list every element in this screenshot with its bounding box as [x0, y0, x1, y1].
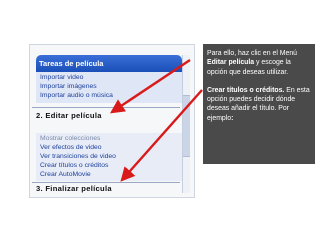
instruction-paragraph-1: Para ello, haz clic en el Menú Editar pe…: [207, 49, 311, 77]
p1-bold-menu: Editar película: [207, 59, 255, 67]
p2-bold-option: Crear títulos o créditos.: [207, 86, 285, 94]
instructions-box: Para ello, haz clic en el Menú Editar pe…: [203, 44, 315, 164]
p2-colon: :: [231, 114, 234, 122]
p1-text-start: Para ello, haz clic en el Menú: [207, 50, 298, 57]
instruction-paragraph-2: Crear títulos o créditos. En esta opción…: [207, 86, 311, 123]
arrow-to-edit-section: [110, 59, 191, 114]
arrow-to-create-titles: [120, 89, 203, 182]
